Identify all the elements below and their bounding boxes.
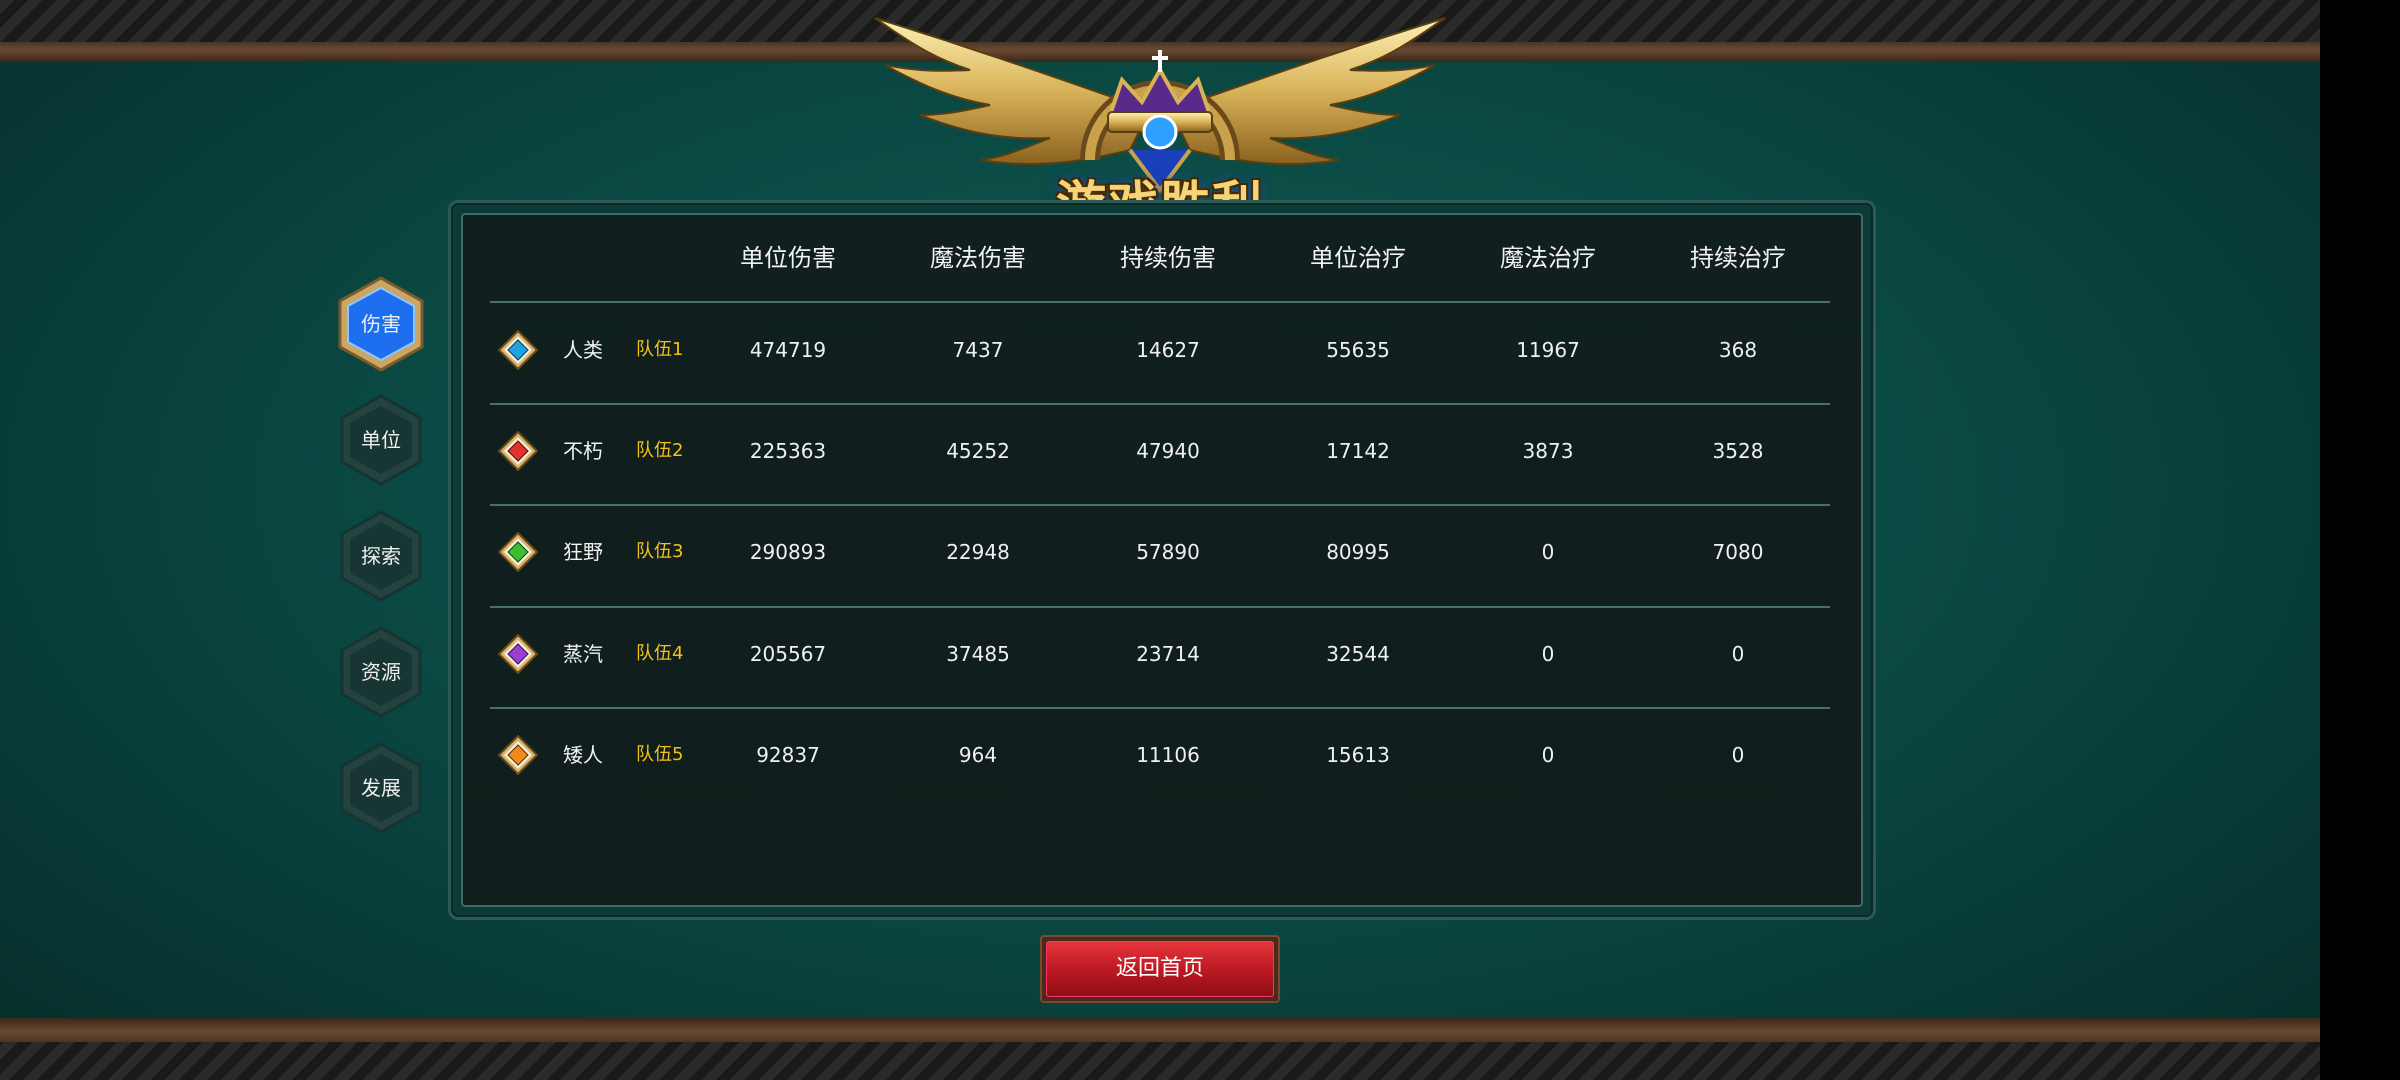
cell-unit-damage: 92837 xyxy=(756,743,820,767)
diamond-gem-icon xyxy=(498,634,538,674)
cell-magic-damage: 37485 xyxy=(946,642,1010,666)
cell-hot-heal: 7080 xyxy=(1712,540,1764,564)
tab-label: 发展 xyxy=(361,776,401,800)
cell-magic-damage: 45252 xyxy=(946,439,1010,463)
cell-magic-heal: 0 xyxy=(1541,540,1555,564)
cell-hot-heal: 368 xyxy=(1718,338,1758,362)
diamond-gem-icon xyxy=(498,735,538,775)
team-label: 队伍3 xyxy=(636,541,684,562)
tab-damage[interactable]: 伤害 xyxy=(336,276,426,372)
cell-hot-heal: 3528 xyxy=(1712,439,1764,463)
col-header-magic-heal: 魔法治疗 xyxy=(1500,244,1596,272)
cell-unit-heal: 80995 xyxy=(1326,540,1390,564)
race-name: 蒸汽 xyxy=(563,642,603,666)
tab-explore[interactable]: 探索 xyxy=(336,508,426,604)
bottom-frame xyxy=(0,1018,2320,1080)
cell-magic-damage: 964 xyxy=(958,743,998,767)
cell-unit-damage: 205567 xyxy=(749,642,827,666)
cell-unit-damage: 474719 xyxy=(749,338,827,362)
cell-unit-heal: 17142 xyxy=(1326,439,1390,463)
col-header-hot-heal: 持续治疗 xyxy=(1690,244,1786,272)
diamond-gem-icon xyxy=(498,330,538,370)
team-label: 队伍4 xyxy=(636,643,684,664)
col-header-dot-damage: 持续伤害 xyxy=(1120,244,1216,272)
cell-magic-damage: 7437 xyxy=(952,338,1004,362)
table-row: 狂野 队伍3 290893 22948 57890 80995 0 7080 xyxy=(490,502,1830,602)
cell-hot-heal: 0 xyxy=(1731,642,1745,666)
team-label: 队伍2 xyxy=(636,440,684,461)
cell-dot-damage: 23714 xyxy=(1136,642,1200,666)
cell-unit-heal: 15613 xyxy=(1326,743,1390,767)
col-header-unit-heal: 单位治疗 xyxy=(1310,244,1406,272)
team-label: 队伍5 xyxy=(636,744,684,765)
tab-resources[interactable]: 资源 xyxy=(336,624,426,720)
tab-label: 探索 xyxy=(361,544,401,568)
right-letterbox xyxy=(2320,0,2400,1080)
table-row: 不朽 队伍2 225363 45252 47940 17142 3873 352… xyxy=(490,401,1830,501)
table-row: 矮人 队伍5 92837 964 11106 15613 0 0 xyxy=(490,705,1830,805)
tab-units[interactable]: 单位 xyxy=(336,392,426,488)
cell-dot-damage: 14627 xyxy=(1136,338,1200,362)
cell-unit-damage: 290893 xyxy=(749,540,827,564)
cell-magic-heal: 0 xyxy=(1541,642,1555,666)
back-home-button[interactable]: 返回首页 xyxy=(1040,935,1280,1003)
race-name: 不朽 xyxy=(563,439,603,463)
cell-dot-damage: 57890 xyxy=(1136,540,1200,564)
diamond-gem-icon xyxy=(498,431,538,471)
cell-dot-damage: 11106 xyxy=(1136,743,1200,767)
tab-label: 单位 xyxy=(361,428,401,452)
back-home-label: 返回首页 xyxy=(1115,956,1204,981)
cell-magic-heal: 11967 xyxy=(1516,338,1580,362)
col-header-magic-damage: 魔法伤害 xyxy=(930,244,1026,272)
table-row: 蒸汽 队伍4 205567 37485 23714 32544 0 0 xyxy=(490,604,1830,704)
cell-unit-heal: 55635 xyxy=(1326,338,1390,362)
cell-magic-heal: 3873 xyxy=(1522,439,1574,463)
cell-unit-heal: 32544 xyxy=(1326,642,1390,666)
col-header-unit-damage: 单位伤害 xyxy=(740,244,836,272)
team-label: 队伍1 xyxy=(636,339,684,360)
cell-dot-damage: 47940 xyxy=(1136,439,1200,463)
race-name: 矮人 xyxy=(563,743,603,767)
race-name: 人类 xyxy=(563,338,603,362)
table-row: 人类 队伍1 474719 7437 14627 55635 11967 368 xyxy=(490,300,1830,400)
game-screen: 游戏胜利 单位伤害 魔法伤害 持续伤害 单位治疗 魔法治疗 持续治疗 人类 队伍… xyxy=(0,0,2320,1080)
cell-magic-heal: 0 xyxy=(1541,743,1555,767)
diamond-gem-icon xyxy=(498,532,538,572)
cell-hot-heal: 0 xyxy=(1731,743,1745,767)
cell-unit-damage: 225363 xyxy=(749,439,827,463)
tab-label: 伤害 xyxy=(361,312,401,336)
race-name: 狂野 xyxy=(563,540,603,564)
cell-magic-damage: 22948 xyxy=(946,540,1010,564)
tab-development[interactable]: 发展 xyxy=(336,740,426,836)
tab-label: 资源 xyxy=(361,660,401,684)
